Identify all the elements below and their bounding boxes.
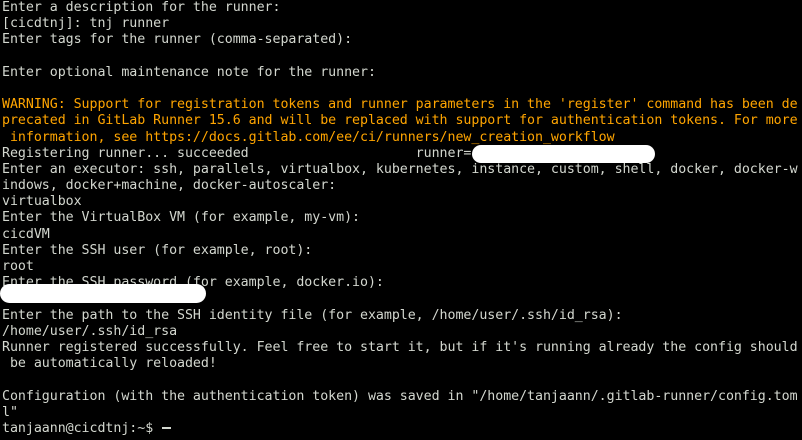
terminal-line: indows, docker+machine, docker-autoscale… xyxy=(2,178,802,194)
terminal-line: Enter the SSH user (for example, root): xyxy=(2,243,802,259)
terminal-line: Enter optional maintenance note for the … xyxy=(2,65,802,81)
terminal-window[interactable]: Enter a description for the runner: [cicd… xyxy=(0,0,802,440)
terminal-line: [cicdtnj]: tnj runner xyxy=(2,16,802,32)
terminal-line: Enter a description for the runner: xyxy=(2,0,802,16)
terminal-line-text: Configuration (with the authentication t… xyxy=(2,388,798,404)
terminal-line: root xyxy=(2,259,802,275)
redacted-password-mark xyxy=(0,284,206,303)
terminal-line: cicdVM xyxy=(2,227,802,243)
shell-prompt: tanjaann@cicdtnj:~$ xyxy=(2,420,162,436)
terminal-line-text: Enter a description for the runner: xyxy=(2,0,281,15)
terminal-line: Configuration (with the authentication t… xyxy=(2,389,802,405)
terminal-line: Enter an executor: ssh, parallels, virtu… xyxy=(2,162,802,178)
text-cursor xyxy=(162,427,172,430)
shell-prompt-line[interactable]: tanjaann@cicdtnj:~$ xyxy=(2,421,802,437)
terminal-line-text: Registering runner... succeeded runner= xyxy=(2,145,472,161)
terminal-line-text: l" xyxy=(2,404,18,420)
terminal-line-text: information, see https://docs.gitlab.com… xyxy=(2,129,615,145)
warning-line: information, see https://docs.gitlab.com… xyxy=(2,130,802,146)
warning-line: precated in GitLab Runner 15.6 and will … xyxy=(2,113,802,129)
terminal-line-text: Enter tags for the runner (comma-separat… xyxy=(2,32,353,48)
terminal-line-text: be automatically reloaded! xyxy=(2,356,217,372)
terminal-line-text: indows, docker+machine, docker-autoscale… xyxy=(2,178,337,194)
terminal-line: Enter tags for the runner (comma-separat… xyxy=(2,32,802,48)
terminal-line: Runner registered successfully. Feel fre… xyxy=(2,340,802,356)
terminal-output: Enter a description for the runner: [cicd… xyxy=(2,0,802,421)
terminal-line-text: virtualbox xyxy=(2,194,82,210)
terminal-line-text: Enter optional maintenance note for the … xyxy=(2,64,376,80)
terminal-line-text: root xyxy=(2,259,34,274)
terminal-line-text: cicdVM xyxy=(2,226,50,242)
terminal-line-text: /home/user/.ssh/id_rsa xyxy=(2,323,178,339)
terminal-line: Enter the path to the SSH identity file … xyxy=(2,308,802,324)
terminal-line-text: Enter an executor: ssh, parallels, virtu… xyxy=(2,161,798,177)
terminal-line-text: Enter the path to the SSH identity file … xyxy=(2,307,623,323)
terminal-line: be automatically reloaded! xyxy=(2,356,802,372)
terminal-line-text: precated in GitLab Runner 15.6 and will … xyxy=(2,113,798,129)
terminal-line-text: Runner registered successfully. Feel fre… xyxy=(2,339,798,355)
terminal-line: Registering runner... succeeded runner= xyxy=(2,144,802,163)
redacted-token-mark xyxy=(472,144,656,163)
terminal-line-text: Enter the VirtualBox VM (for example, my… xyxy=(2,210,360,226)
terminal-line-text: [cicdtnj]: tnj runner xyxy=(2,16,170,32)
terminal-line-text: WARNING: Support for registration tokens… xyxy=(2,97,798,113)
warning-line: WARNING: Support for registration tokens… xyxy=(2,97,802,113)
terminal-line: l" xyxy=(2,405,802,421)
terminal-line-text: Enter the SSH user (for example, root): xyxy=(2,242,313,258)
terminal-line: /home/user/.ssh/id_rsa xyxy=(2,324,802,340)
terminal-line: virtualbox xyxy=(2,194,802,210)
terminal-line: Enter the VirtualBox VM (for example, my… xyxy=(2,210,802,226)
